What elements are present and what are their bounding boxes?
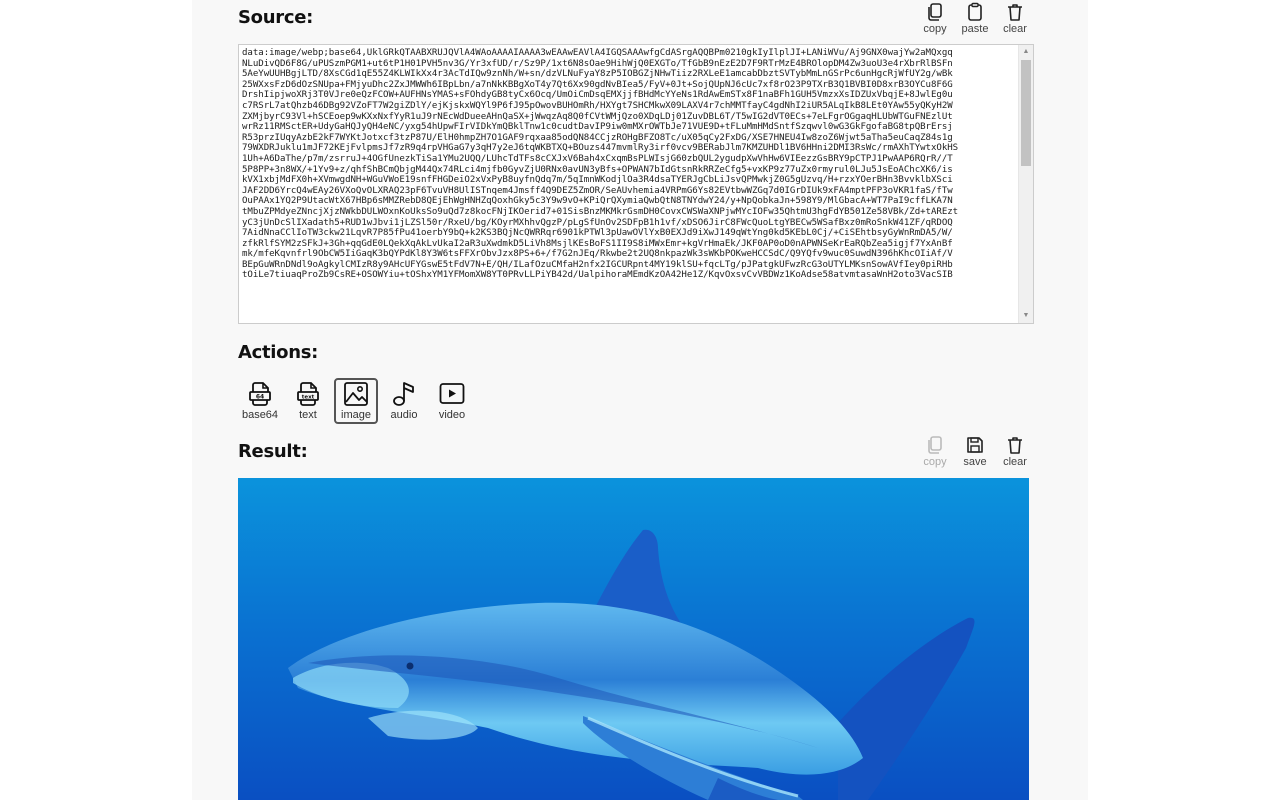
result-copy-button[interactable]: copy [920,435,950,468]
action-base64-button[interactable]: 64 base64 [238,378,282,424]
result-title: Result: [238,441,308,462]
audio-note-icon [393,382,414,406]
action-image-label: image [341,409,371,421]
svg-text:64: 64 [256,394,264,401]
copy-icon [928,3,942,21]
save-icon [967,437,983,453]
action-text-label: text [299,409,317,421]
source-text[interactable]: data:image/webp;base64,UklGRkQTAABXRUJQV… [242,48,1015,323]
source-textarea[interactable]: data:image/webp;base64,UklGRkQTAABXRUJQV… [238,44,1034,324]
source-copy-label: copy [923,23,947,35]
source-copy-button[interactable]: copy [920,2,950,35]
shark-photo [238,478,1029,800]
scroll-up-arrow-icon[interactable]: ▲ [1019,45,1033,59]
action-video-label: video [438,409,466,421]
source-paste-label: paste [961,23,989,35]
trash-icon [1008,4,1022,21]
result-toolbar: copy save clear [920,435,1030,468]
action-base64-label: base64 [241,409,279,421]
source-toolbar: copy paste clear [920,2,1030,35]
source-paste-button[interactable]: paste [960,2,990,35]
paste-icon [968,2,982,21]
text-file-icon: text [297,382,319,406]
copy-icon [928,436,942,454]
result-save-button[interactable]: save [960,435,990,468]
result-clear-button[interactable]: clear [1000,435,1030,468]
source-title: Source: [238,7,313,28]
result-copy-label: copy [923,456,947,468]
action-audio-label: audio [390,409,418,421]
result-clear-label: clear [1003,456,1027,468]
textarea-scrollbar[interactable]: ▲ ▼ [1018,45,1033,323]
source-clear-label: clear [1003,23,1027,35]
scroll-thumb[interactable] [1021,60,1031,166]
video-play-icon [439,383,465,404]
action-image-button[interactable]: image [334,378,378,424]
result-save-label: save [963,456,987,468]
converter-panel: Source: copy paste clear data:image/webp… [192,0,1088,800]
action-audio-button[interactable]: audio [382,378,426,424]
scroll-down-arrow-icon[interactable]: ▼ [1019,309,1033,323]
action-video-button[interactable]: video [430,378,474,424]
actions-bar: 64 base64 text text image audio video [238,378,474,424]
base64-file-icon: 64 [249,382,271,406]
trash-icon [1008,437,1022,454]
svg-text:text: text [302,394,315,400]
action-text-button[interactable]: text text [286,378,330,424]
image-icon [344,382,368,406]
result-image [238,478,1029,800]
source-clear-button[interactable]: clear [1000,2,1030,35]
actions-title: Actions: [238,342,319,363]
